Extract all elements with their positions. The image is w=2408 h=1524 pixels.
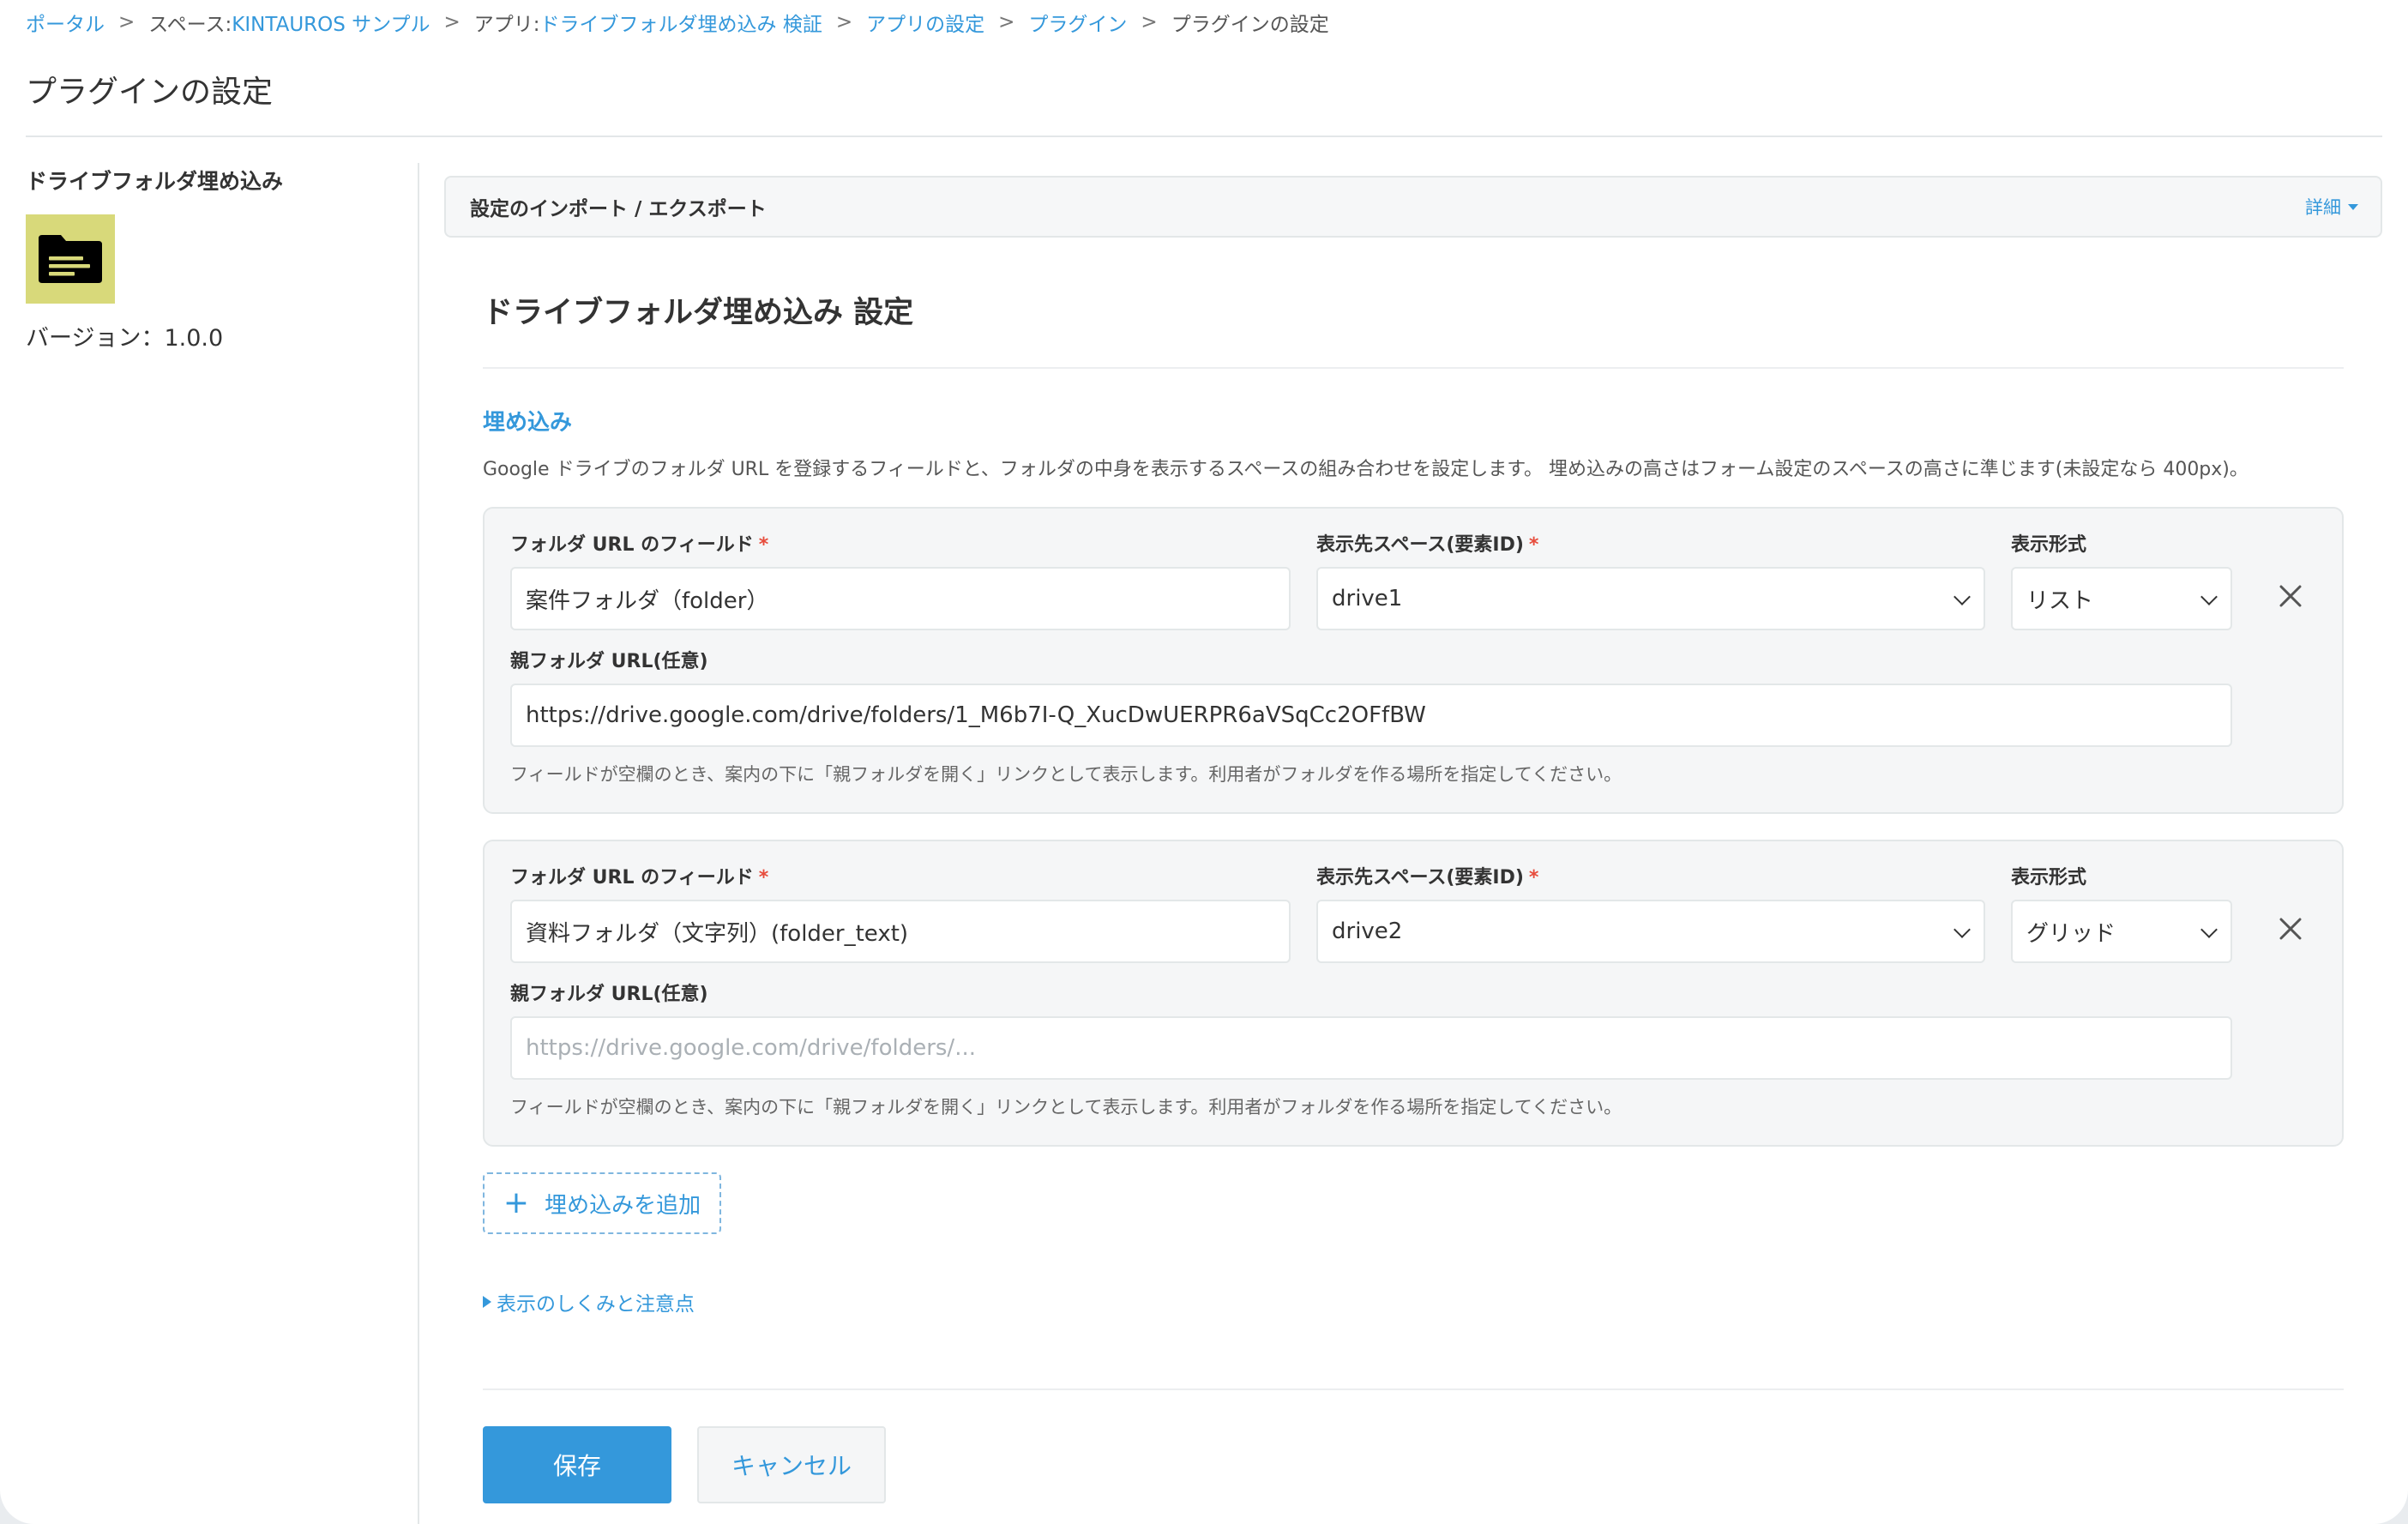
space-select[interactable]: drive1 — [1316, 567, 1985, 630]
details-label: 詳細 — [2305, 197, 2341, 218]
import-export-panel: 設定のインポート / エクスポート 詳細 — [444, 176, 2382, 238]
footer-divider — [483, 1388, 2344, 1390]
save-button[interactable]: 保存 — [483, 1426, 671, 1503]
plugin-logo — [26, 214, 115, 304]
format-select[interactable]: リスト — [2011, 567, 2232, 630]
parent-url-label: 親フォルダ URL(任意) — [510, 984, 708, 1005]
close-icon — [2279, 918, 2302, 940]
breadcrumb-separator: > — [443, 11, 461, 33]
format-label: 表示形式 — [2011, 867, 2087, 888]
chevron-down-icon — [1953, 588, 1971, 605]
close-icon — [2279, 585, 2302, 607]
breadcrumb-app-settings[interactable]: アプリの設定 — [866, 8, 984, 37]
breadcrumb-portal[interactable]: ポータル — [26, 8, 105, 37]
required-mark: * — [758, 534, 769, 556]
embed-section-description: Google ドライブのフォルダ URL を登録するフィールドと、フォルダの中身… — [483, 459, 2248, 480]
breadcrumb-separator: > — [1141, 11, 1158, 33]
add-embed-button[interactable]: + 埋め込みを追加 — [483, 1172, 721, 1234]
format-select-value: リスト — [2026, 587, 2094, 614]
action-buttons: 保存 キャンセル — [483, 1426, 2344, 1503]
folder-field-input[interactable]: 案件フォルダ（folder） — [510, 567, 1291, 630]
add-embed-label: 埋め込みを追加 — [545, 1192, 701, 1219]
sidebar-divider — [418, 163, 419, 1524]
breadcrumb-separator: > — [998, 11, 1015, 33]
plus-icon: + — [503, 1185, 530, 1220]
breadcrumb-plugins[interactable]: プラグイン — [1028, 8, 1127, 37]
page-title: プラグインの設定 — [26, 75, 274, 110]
breadcrumb-space[interactable]: KINTAUROS サンプル — [232, 8, 430, 37]
parent-url-hint: フィールドが空欄のとき、案内の下に「親フォルダを開く」リンクとして表示します。利… — [510, 764, 1622, 785]
format-select-value: グリッド — [2026, 920, 2116, 947]
space-select-value: drive1 — [1332, 586, 1403, 611]
format-select[interactable]: グリッド — [2011, 900, 2232, 963]
parent-url-hint: フィールドが空欄のとき、案内の下に「親フォルダを開く」リンクとして表示します。利… — [510, 1097, 1622, 1117]
required-mark: * — [1528, 534, 1539, 556]
caret-down-icon — [2348, 203, 2358, 210]
format-label: 表示形式 — [2011, 534, 2087, 556]
required-mark: * — [1528, 867, 1539, 888]
folder-field-label: フォルダ URL のフィールド * — [510, 534, 769, 556]
breadcrumb-app[interactable]: ドライブフォルダ埋め込み 検証 — [540, 8, 822, 37]
folder-field-label: フォルダ URL のフィールド * — [510, 867, 769, 888]
settings-title: ドライブフォルダ埋め込み 設定 — [483, 296, 914, 330]
breadcrumb-app-prefix: アプリ: — [473, 14, 540, 36]
cancel-button[interactable]: キャンセル — [697, 1426, 886, 1503]
space-label: 表示先スペース(要素ID) * — [1316, 534, 1539, 556]
import-export-title: 設定のインポート / エクスポート — [470, 198, 767, 220]
import-export-details-toggle[interactable]: 詳細 — [2305, 194, 2358, 220]
details-toggle[interactable]: 表示のしくみと注意点 — [483, 1287, 2344, 1316]
embed-section-title: 埋め込み — [483, 410, 573, 436]
space-label: 表示先スペース(要素ID) * — [1316, 867, 1539, 888]
parent-url-label: 親フォルダ URL(任意) — [510, 651, 708, 672]
plugin-version: バージョン：1.0.0 — [26, 325, 224, 352]
chevron-down-icon — [2200, 921, 2218, 938]
plugin-settings-page: ポータル > スペース: KINTAUROS サンプル > アプリ: ドライブフ… — [0, 0, 2408, 1524]
breadcrumb-separator: > — [835, 11, 853, 33]
embed-card: フォルダ URL のフィールド * 案件フォルダ（folder） 表示先スペース(… — [483, 507, 2344, 814]
header-divider — [26, 136, 2382, 137]
plugin-name: ドライブフォルダ埋め込み — [26, 169, 284, 194]
breadcrumb-separator: > — [118, 11, 135, 33]
breadcrumb-current: プラグインの設定 — [1171, 14, 1329, 36]
parent-url-input[interactable]: https://drive.google.com/drive/folders/.… — [510, 1016, 2232, 1080]
settings-content: ドライブフォルダ埋め込み 設定 埋め込み Google ドライブのフォルダ UR… — [483, 292, 2344, 1503]
settings-divider — [483, 367, 2344, 369]
details-toggle-label: 表示のしくみと注意点 — [497, 1293, 695, 1316]
plugin-info-sidebar: ドライブフォルダ埋め込み バージョン：1.0.0 — [26, 165, 394, 352]
remove-embed-button[interactable] — [2273, 579, 2308, 613]
space-select[interactable]: drive2 — [1316, 900, 1985, 963]
triangle-right-icon — [483, 1296, 491, 1308]
parent-url-input[interactable]: https://drive.google.com/drive/folders/1… — [510, 684, 2232, 747]
folder-icon — [39, 235, 102, 283]
breadcrumb-space-prefix: スペース: — [148, 14, 232, 36]
chevron-down-icon — [2200, 588, 2218, 605]
chevron-down-icon — [1953, 921, 1971, 938]
space-select-value: drive2 — [1332, 919, 1403, 944]
breadcrumb: ポータル > スペース: KINTAUROS サンプル > アプリ: ドライブフ… — [26, 9, 1329, 36]
remove-embed-button[interactable] — [2273, 912, 2308, 946]
required-mark: * — [758, 867, 769, 888]
embed-card: フォルダ URL のフィールド * 資料フォルダ（文字列）(folder_text… — [483, 840, 2344, 1147]
folder-field-input[interactable]: 資料フォルダ（文字列）(folder_text) — [510, 900, 1291, 963]
